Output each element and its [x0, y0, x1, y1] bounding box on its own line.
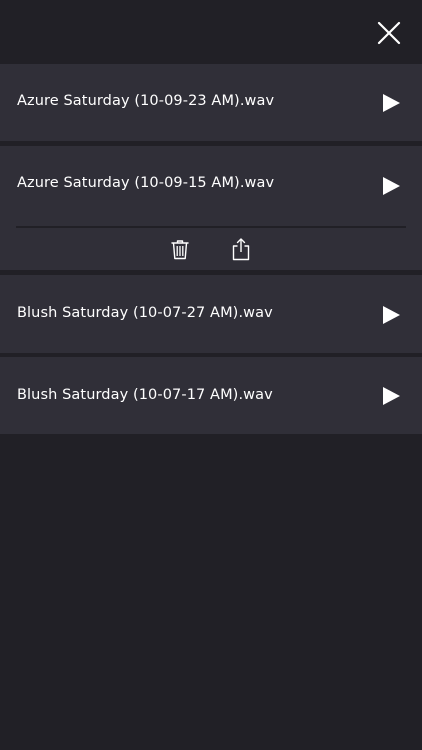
play-icon [383, 387, 400, 405]
recording-row-expanded[interactable]: Azure Saturday (10-09-15 AM).wav [0, 146, 422, 270]
recording-filename: Azure Saturday (10-09-15 AM).wav [17, 175, 275, 191]
share-icon [232, 238, 250, 261]
play-button[interactable] [381, 93, 401, 113]
play-button[interactable] [381, 386, 401, 406]
play-icon [383, 177, 400, 195]
recording-row[interactable]: Blush Saturday (10-07-17 AM).wav [0, 357, 422, 434]
delete-button[interactable] [169, 238, 191, 260]
top-bar [0, 0, 422, 64]
recording-filename: Blush Saturday (10-07-17 AM).wav [17, 387, 273, 403]
recording-filename: Blush Saturday (10-07-27 AM).wav [17, 305, 273, 321]
close-button[interactable] [376, 20, 402, 46]
row-divider [16, 226, 406, 228]
play-icon [383, 94, 400, 112]
recording-filename: Azure Saturday (10-09-23 AM).wav [17, 93, 275, 109]
close-icon [377, 21, 401, 45]
recording-row[interactable]: Blush Saturday (10-07-27 AM).wav [0, 275, 422, 353]
share-button[interactable] [230, 237, 252, 261]
play-button[interactable] [381, 305, 401, 325]
recording-row[interactable]: Azure Saturday (10-09-23 AM).wav [0, 64, 422, 141]
empty-list-area [0, 434, 422, 750]
trash-icon [171, 240, 189, 260]
play-icon [383, 306, 400, 324]
play-button[interactable] [381, 176, 401, 196]
